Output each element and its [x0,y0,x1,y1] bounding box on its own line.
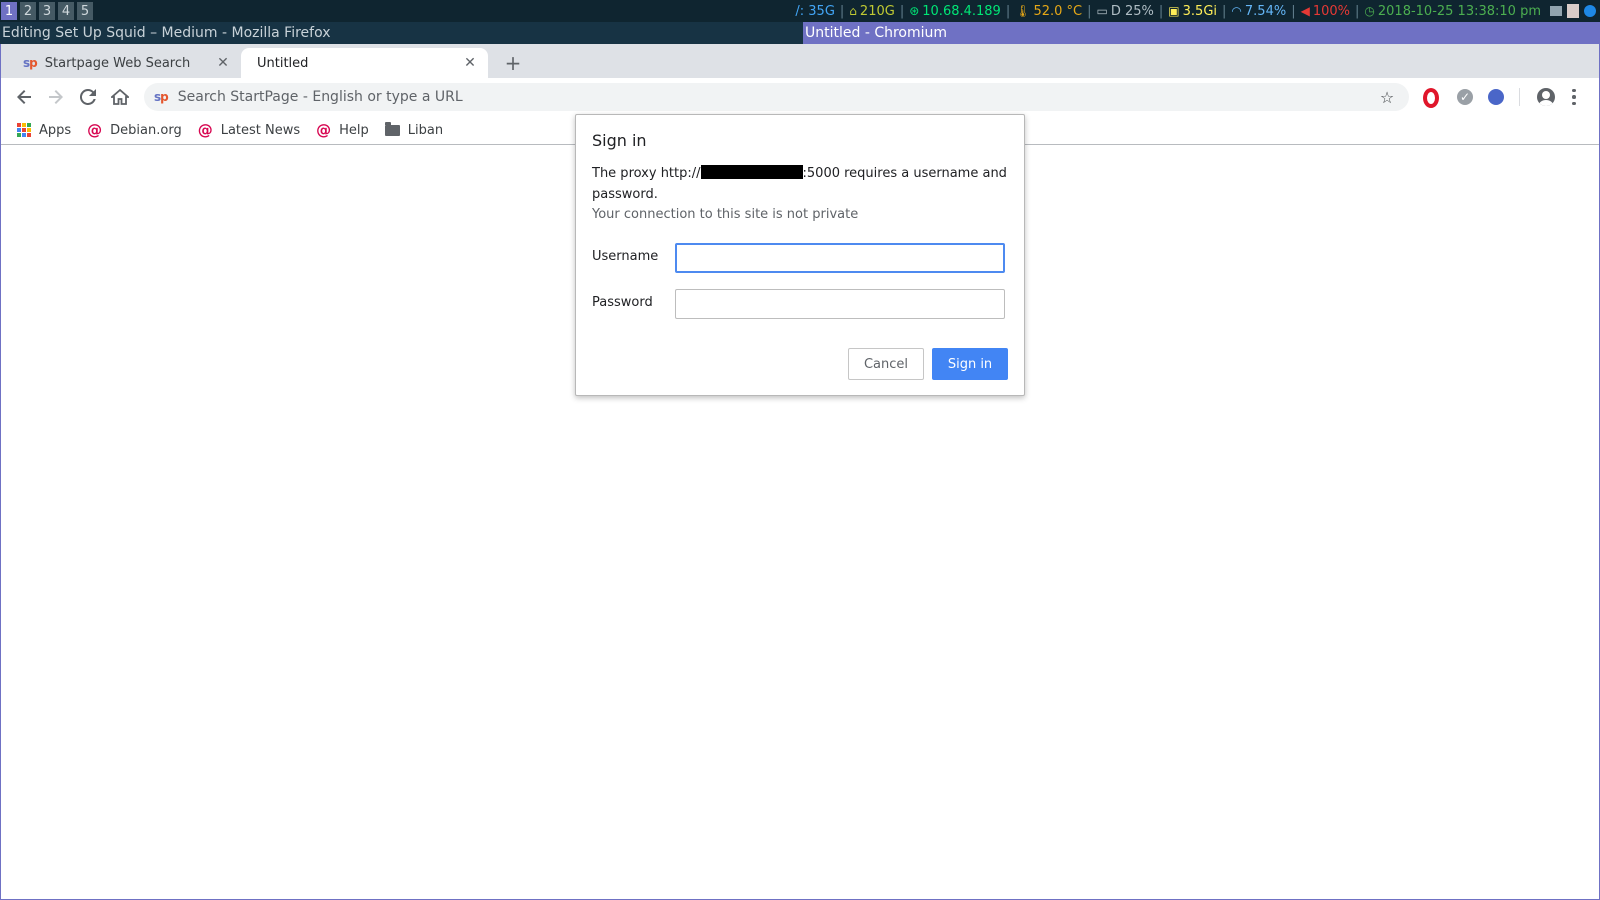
thermometer-icon: 🌡 [1015,4,1031,18]
startpage-icon: sp [23,56,38,70]
reload-button[interactable] [76,85,100,109]
volume-stat: ◀ 100% [1296,0,1355,22]
reload-icon [80,89,96,105]
close-icon[interactable]: ✕ [215,55,231,71]
firefox-window-title[interactable]: Editing Set Up Squid – Medium - Mozilla … [0,22,803,44]
debian-icon: @ [87,121,103,139]
battery-icon: ▭ [1096,4,1108,18]
tab-strip: sp Startpage Web Search ✕ Untitled ✕ + [1,44,1599,78]
username-field[interactable] [675,243,1005,273]
memory-value: 3.5Gi [1182,3,1218,19]
disk-root-stat: /: 35G [790,0,840,22]
password-field[interactable] [675,289,1005,319]
gauge-icon: ◠ [1231,4,1242,18]
workspace-5[interactable]: 5 [77,2,93,20]
close-icon[interactable]: ✕ [462,55,478,71]
home-icon [111,89,129,105]
volume-value: 100% [1312,3,1350,19]
workspace-3[interactable]: 3 [39,2,55,20]
system-stats: /: 35G | ⌂ 210G | ⊛ 10.68.4.189 | 🌡 52.0 °C… [790,0,1600,22]
username-label: Username [592,249,659,264]
speaker-muted-icon: ◀ [1300,4,1310,18]
toolbar-divider [1519,88,1520,106]
address-bar-placeholder[interactable]: Search StartPage - English or type a URL [178,89,1377,105]
bookmark-debian[interactable]: @ Debian.org [87,121,182,139]
back-button[interactable] [12,85,36,109]
globe-extension-icon[interactable] [1488,89,1504,105]
proxy-auth-dialog: Sign in The proxy http://:5000 requires … [575,114,1025,396]
network-icon: ⊛ [909,4,920,18]
clock-stat: ◷ 2018-10-25 13:38:10 pm [1359,0,1546,22]
dialog-subtext: Your connection to this site is not priv… [592,207,859,222]
bookmark-apps[interactable]: Apps [17,123,71,138]
bookmark-label: Latest News [220,122,301,138]
clipboard-tray-icon[interactable] [1567,4,1579,18]
battery-stat: ▭ D 25% [1092,0,1159,22]
bookmark-help[interactable]: @ Help [316,121,369,139]
arrow-left-icon [17,90,31,104]
temperature-stat: 🌡 52.0 °C [1010,0,1087,22]
arrow-right-icon [49,90,63,104]
redacted-host [700,165,803,179]
tab-startpage[interactable]: sp Startpage Web Search ✕ [9,48,241,78]
home-button[interactable] [108,85,132,109]
forward-button[interactable] [44,85,68,109]
temperature-value: 52.0 °C [1033,3,1083,19]
workspace-switcher: 1 2 3 4 5 [0,0,96,22]
dialog-title: Sign in [592,131,647,150]
debian-icon: @ [197,121,213,139]
workspace-4[interactable]: 4 [58,2,74,20]
bookmark-star-icon[interactable]: ☆ [1377,88,1397,107]
datetime-value: 2018-10-25 13:38:10 pm [1377,3,1541,19]
tab-untitled[interactable]: Untitled ✕ [241,48,488,78]
menu-kebab-icon[interactable] [1569,87,1579,107]
clock-icon: ◷ [1364,4,1375,18]
chromium-window-title[interactable]: Untitled - Chromium [803,22,1600,44]
home-icon: ⌂ [849,4,857,18]
memory-icon: ▣ [1168,4,1180,18]
bookmark-label: Apps [39,122,72,138]
apps-grid-icon [17,123,31,137]
battery-value: D 25% [1110,3,1154,19]
checkmark-extension-icon[interactable]: ✓ [1457,89,1473,105]
startpage-icon: sp [154,90,169,104]
folder-icon [384,121,400,136]
workspace-1[interactable]: 1 [1,2,17,20]
profile-avatar-icon[interactable] [1537,88,1555,106]
cancel-button[interactable]: Cancel [848,348,924,380]
update-tray-icon[interactable] [1584,5,1596,17]
new-tab-button[interactable]: + [503,51,523,75]
password-label: Password [592,295,653,310]
bookmark-label: Liban [407,122,444,138]
system-status-bar: 1 2 3 4 5 /: 35G | ⌂ 210G | ⊛ 10.68.4.189 … [0,0,1600,22]
bookmark-folder-liban[interactable]: Liban [384,121,444,138]
tab-label: Startpage Web Search [44,55,191,71]
browser-toolbar: sp Search StartPage - English or type a … [1,78,1599,116]
tab-label: Untitled [257,55,309,71]
network-stat: ⊛ 10.68.4.189 [904,0,1006,22]
system-tray [1550,4,1596,18]
sign-in-button[interactable]: Sign in [932,348,1008,380]
disk-home-value: 210G [859,3,895,19]
dialog-message: The proxy http://:5000 requires a userna… [592,163,1012,205]
disk-root-value: /: 35G [795,3,835,19]
bookmark-latest-news[interactable]: @ Latest News [198,121,300,139]
workspace-2[interactable]: 2 [20,2,36,20]
cpu-stat: ◠ 7.54% [1226,0,1291,22]
cpu-value: 7.54% [1244,3,1287,19]
message-prefix: The proxy http:// [592,166,701,181]
opera-extension-icon[interactable] [1423,88,1439,108]
debian-icon: @ [316,121,332,139]
network-tray-icon[interactable] [1550,6,1562,16]
memory-stat: ▣ 3.5Gi [1163,0,1222,22]
bookmark-label: Debian.org [110,122,182,138]
address-bar[interactable]: sp Search StartPage - English or type a … [144,83,1409,111]
window-title-bar: Editing Set Up Squid – Medium - Mozilla … [0,22,1600,44]
disk-home-stat: ⌂ 210G [844,0,900,22]
ip-address-value: 10.68.4.189 [922,3,1001,19]
bookmark-label: Help [339,122,369,138]
